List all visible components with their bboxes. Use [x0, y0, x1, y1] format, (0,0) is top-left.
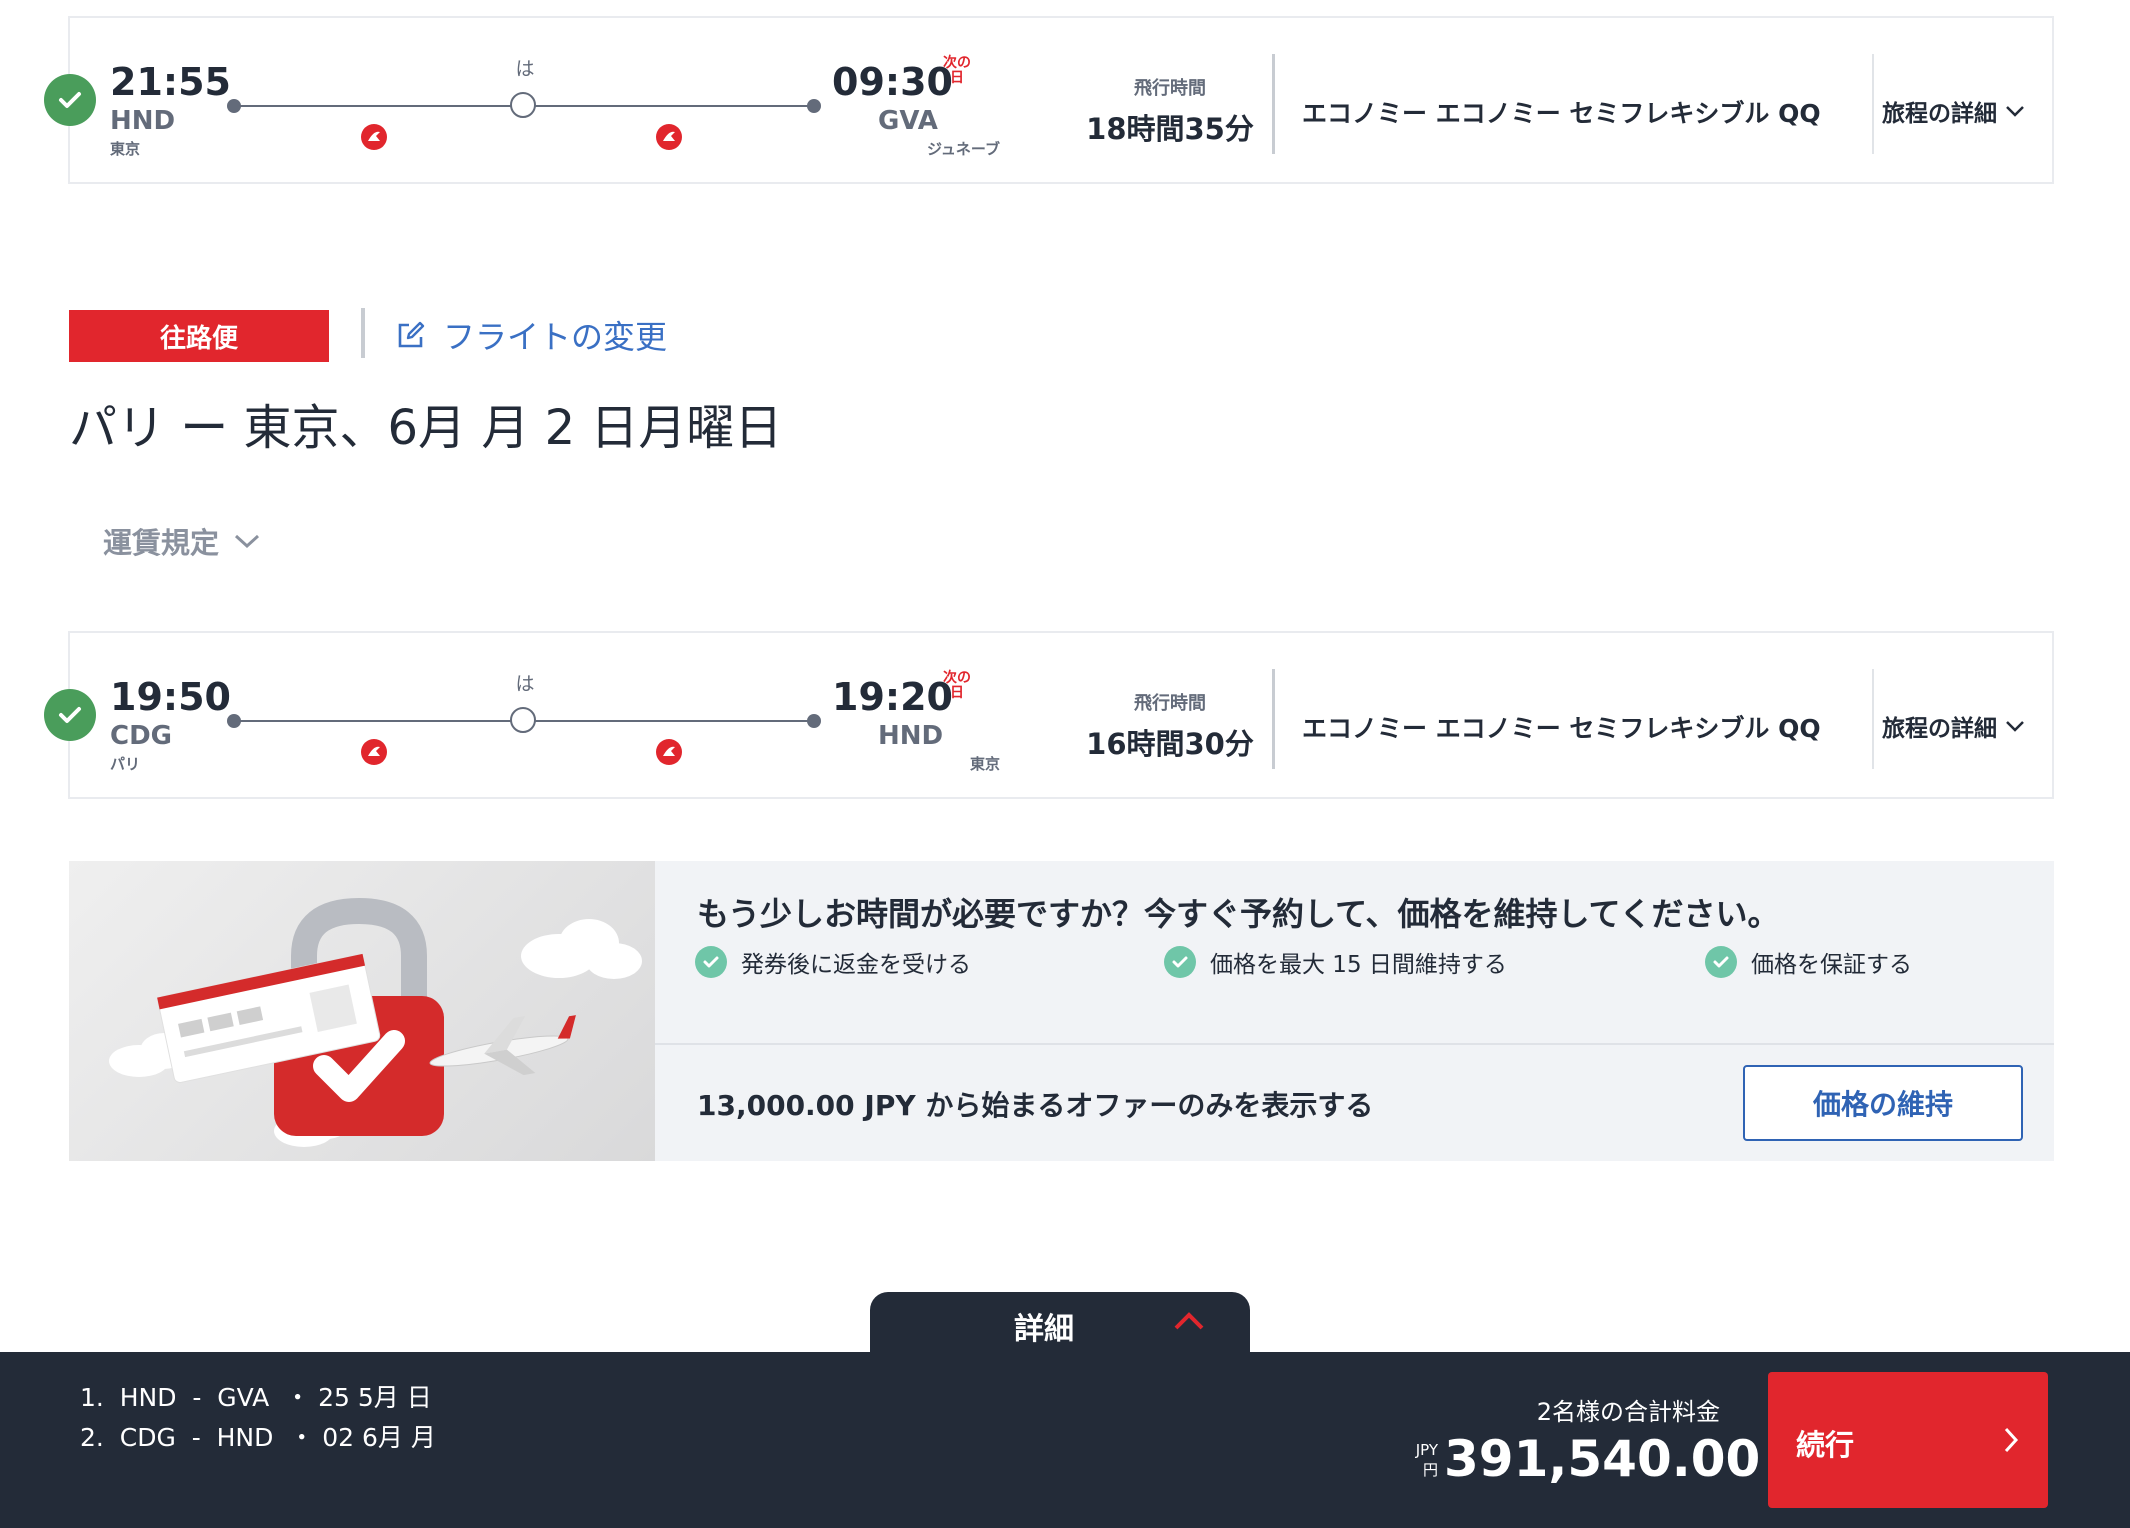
check-icon	[695, 946, 727, 978]
airline-logo-icon	[361, 739, 387, 765]
fare-class: エコノミー エコノミー セミフレキシブル QQ	[1302, 99, 1821, 128]
benefit-text: 発券後に返金を受ける	[741, 952, 971, 978]
arrival-city: 東京	[969, 755, 1000, 773]
change-flight-link[interactable]: フライトの変更	[395, 312, 667, 358]
duration-label: 飛行時間	[1134, 78, 1206, 99]
hold-offer-text: 13,000.00 JPY から始まるオファーのみを表示する	[697, 1089, 1374, 1122]
selected-check-icon	[44, 74, 96, 126]
chevron-down-icon	[2006, 721, 2024, 732]
route-start-dot	[227, 714, 241, 728]
continue-button[interactable]: 続行	[1768, 1372, 2048, 1508]
total-price-label: 2名様の合計料金	[1536, 1398, 1720, 1426]
hold-price-illustration	[69, 861, 655, 1161]
check-icon	[1705, 946, 1737, 978]
flight-duration: 16時間30分	[1086, 727, 1254, 761]
currency-label: JPY 円	[1402, 1440, 1438, 1480]
departure-airport-code: CDG	[110, 721, 173, 751]
total-price: 391,540.00	[1444, 1430, 1761, 1488]
return-flight-card: 19:50 CDG パリ は 19:20 次の日 HND 東京 飛行時間 16時…	[44, 631, 2054, 799]
segment-summary: 2. CDG - HND ・ 02 6月 月	[80, 1423, 436, 1452]
next-day-indicator: 次の日	[943, 55, 971, 86]
benefit-text: 価格を最大 15 日間維持する	[1210, 952, 1507, 978]
benefit-item: 発券後に返金を受ける	[695, 945, 971, 979]
route-end-dot	[807, 99, 821, 113]
stopover-marker	[510, 707, 536, 733]
segment-summary: 1. HND - GVA ・ 25 5月 日	[80, 1383, 432, 1412]
direction-badge: 往路便	[69, 310, 329, 362]
benefit-text: 価格を保証する	[1751, 952, 1912, 978]
change-flight-label: フライトの変更	[443, 318, 668, 356]
divider	[1872, 54, 1874, 154]
outbound-flight-card: 21:55 HND 東京 は 09:30 次の日 GVA ジュネーブ 飛行時間 …	[44, 16, 2054, 184]
divider	[1872, 669, 1874, 769]
itinerary-details-button[interactable]: 旅程の詳細	[1882, 94, 2025, 128]
departure-time: 21:55	[110, 60, 231, 104]
fare-rules-toggle[interactable]: 運賃規定	[103, 520, 261, 562]
next-day-indicator: 次の日	[943, 670, 971, 701]
arrival-time: 19:20	[832, 675, 953, 719]
price-summary-bar: 1. HND - GVA ・ 25 5月 日 2. CDG - HND ・ 02…	[0, 1352, 2130, 1528]
check-icon	[1164, 946, 1196, 978]
selected-check-icon	[44, 689, 96, 741]
fare-rules-label: 運賃規定	[103, 526, 220, 560]
itinerary-details-label: 旅程の詳細	[1882, 716, 1997, 742]
arrival-time: 09:30	[832, 60, 953, 104]
airline-logo-icon	[656, 124, 682, 150]
edit-icon	[398, 321, 425, 348]
departure-airport-code: HND	[110, 106, 176, 136]
chevron-up-icon	[1174, 1312, 1204, 1330]
route-start-dot	[227, 99, 241, 113]
departure-city: 東京	[110, 140, 141, 158]
route-title: パリ ー 東京、6月 月 2 日月曜日	[69, 400, 783, 456]
currency-code: JPY	[1415, 1441, 1438, 1459]
details-toggle-tab[interactable]: 詳細	[870, 1292, 1250, 1354]
itinerary-details-label: 旅程の詳細	[1882, 101, 1997, 127]
chevron-right-icon	[2004, 1427, 2019, 1453]
benefit-item: 価格を保証する	[1705, 945, 1912, 979]
continue-label: 続行	[1796, 1428, 1855, 1462]
airline-logo-icon	[656, 739, 682, 765]
hold-price-headline: もう少しお時間が必要ですか？今すぐ予約して、価格を維持してください。	[697, 895, 1780, 933]
chevron-down-icon	[235, 534, 260, 549]
airline-logo-icon	[361, 124, 387, 150]
currency-symbol: 円	[1422, 1461, 1438, 1479]
banner-divider	[655, 1043, 2054, 1045]
stopover-marker	[510, 92, 536, 118]
benefit-item: 価格を最大 15 日間維持する	[1164, 945, 1507, 979]
chevron-down-icon	[2006, 106, 2024, 117]
arrival-city: ジュネーブ	[926, 140, 1000, 158]
arrival-airport-code: GVA	[878, 106, 938, 136]
stopover-label: は	[515, 673, 535, 695]
details-tab-label: 詳細	[1014, 1312, 1074, 1347]
header-divider	[361, 308, 365, 358]
flight-duration: 18時間35分	[1086, 112, 1254, 146]
itinerary-details-button[interactable]: 旅程の詳細	[1882, 709, 2025, 743]
fare-class: エコノミー エコノミー セミフレキシブル QQ	[1302, 714, 1821, 743]
hold-price-button[interactable]: 価格の維持	[1743, 1065, 2023, 1141]
divider	[1272, 669, 1275, 769]
hold-price-banner: もう少しお時間が必要ですか？今すぐ予約して、価格を維持してください。 発券後に返…	[69, 861, 2054, 1161]
departure-city: パリ	[110, 755, 141, 773]
divider	[1272, 54, 1275, 154]
duration-label: 飛行時間	[1134, 693, 1206, 714]
route-end-dot	[807, 714, 821, 728]
arrival-airport-code: HND	[878, 721, 944, 751]
departure-time: 19:50	[110, 675, 231, 719]
stopover-label: は	[515, 58, 535, 80]
